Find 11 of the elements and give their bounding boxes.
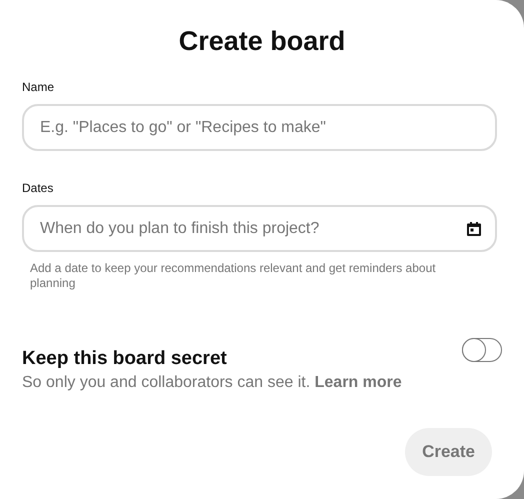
field-hint: Add a date to keep your recommendations relevant and get reminders about planning	[29, 261, 437, 291]
secret-title: Keep this board secret	[22, 347, 228, 371]
name-field[interactable]: E.g. "Places to go" or "Recipes to make"	[22, 104, 497, 151]
field-label: Name	[22, 79, 54, 95]
dialog-title: Create board	[178, 25, 346, 58]
field-label: Dates	[22, 180, 54, 196]
learn-more-link[interactable]: Learn more	[314, 374, 402, 391]
secret-toggle[interactable]	[462, 338, 502, 362]
secret-description: So only you and collaborators can see it. Learn more	[22, 373, 402, 393]
date-field[interactable]: When do you plan to finish this project?	[22, 205, 497, 252]
calendar-icon[interactable]	[467, 222, 481, 236]
